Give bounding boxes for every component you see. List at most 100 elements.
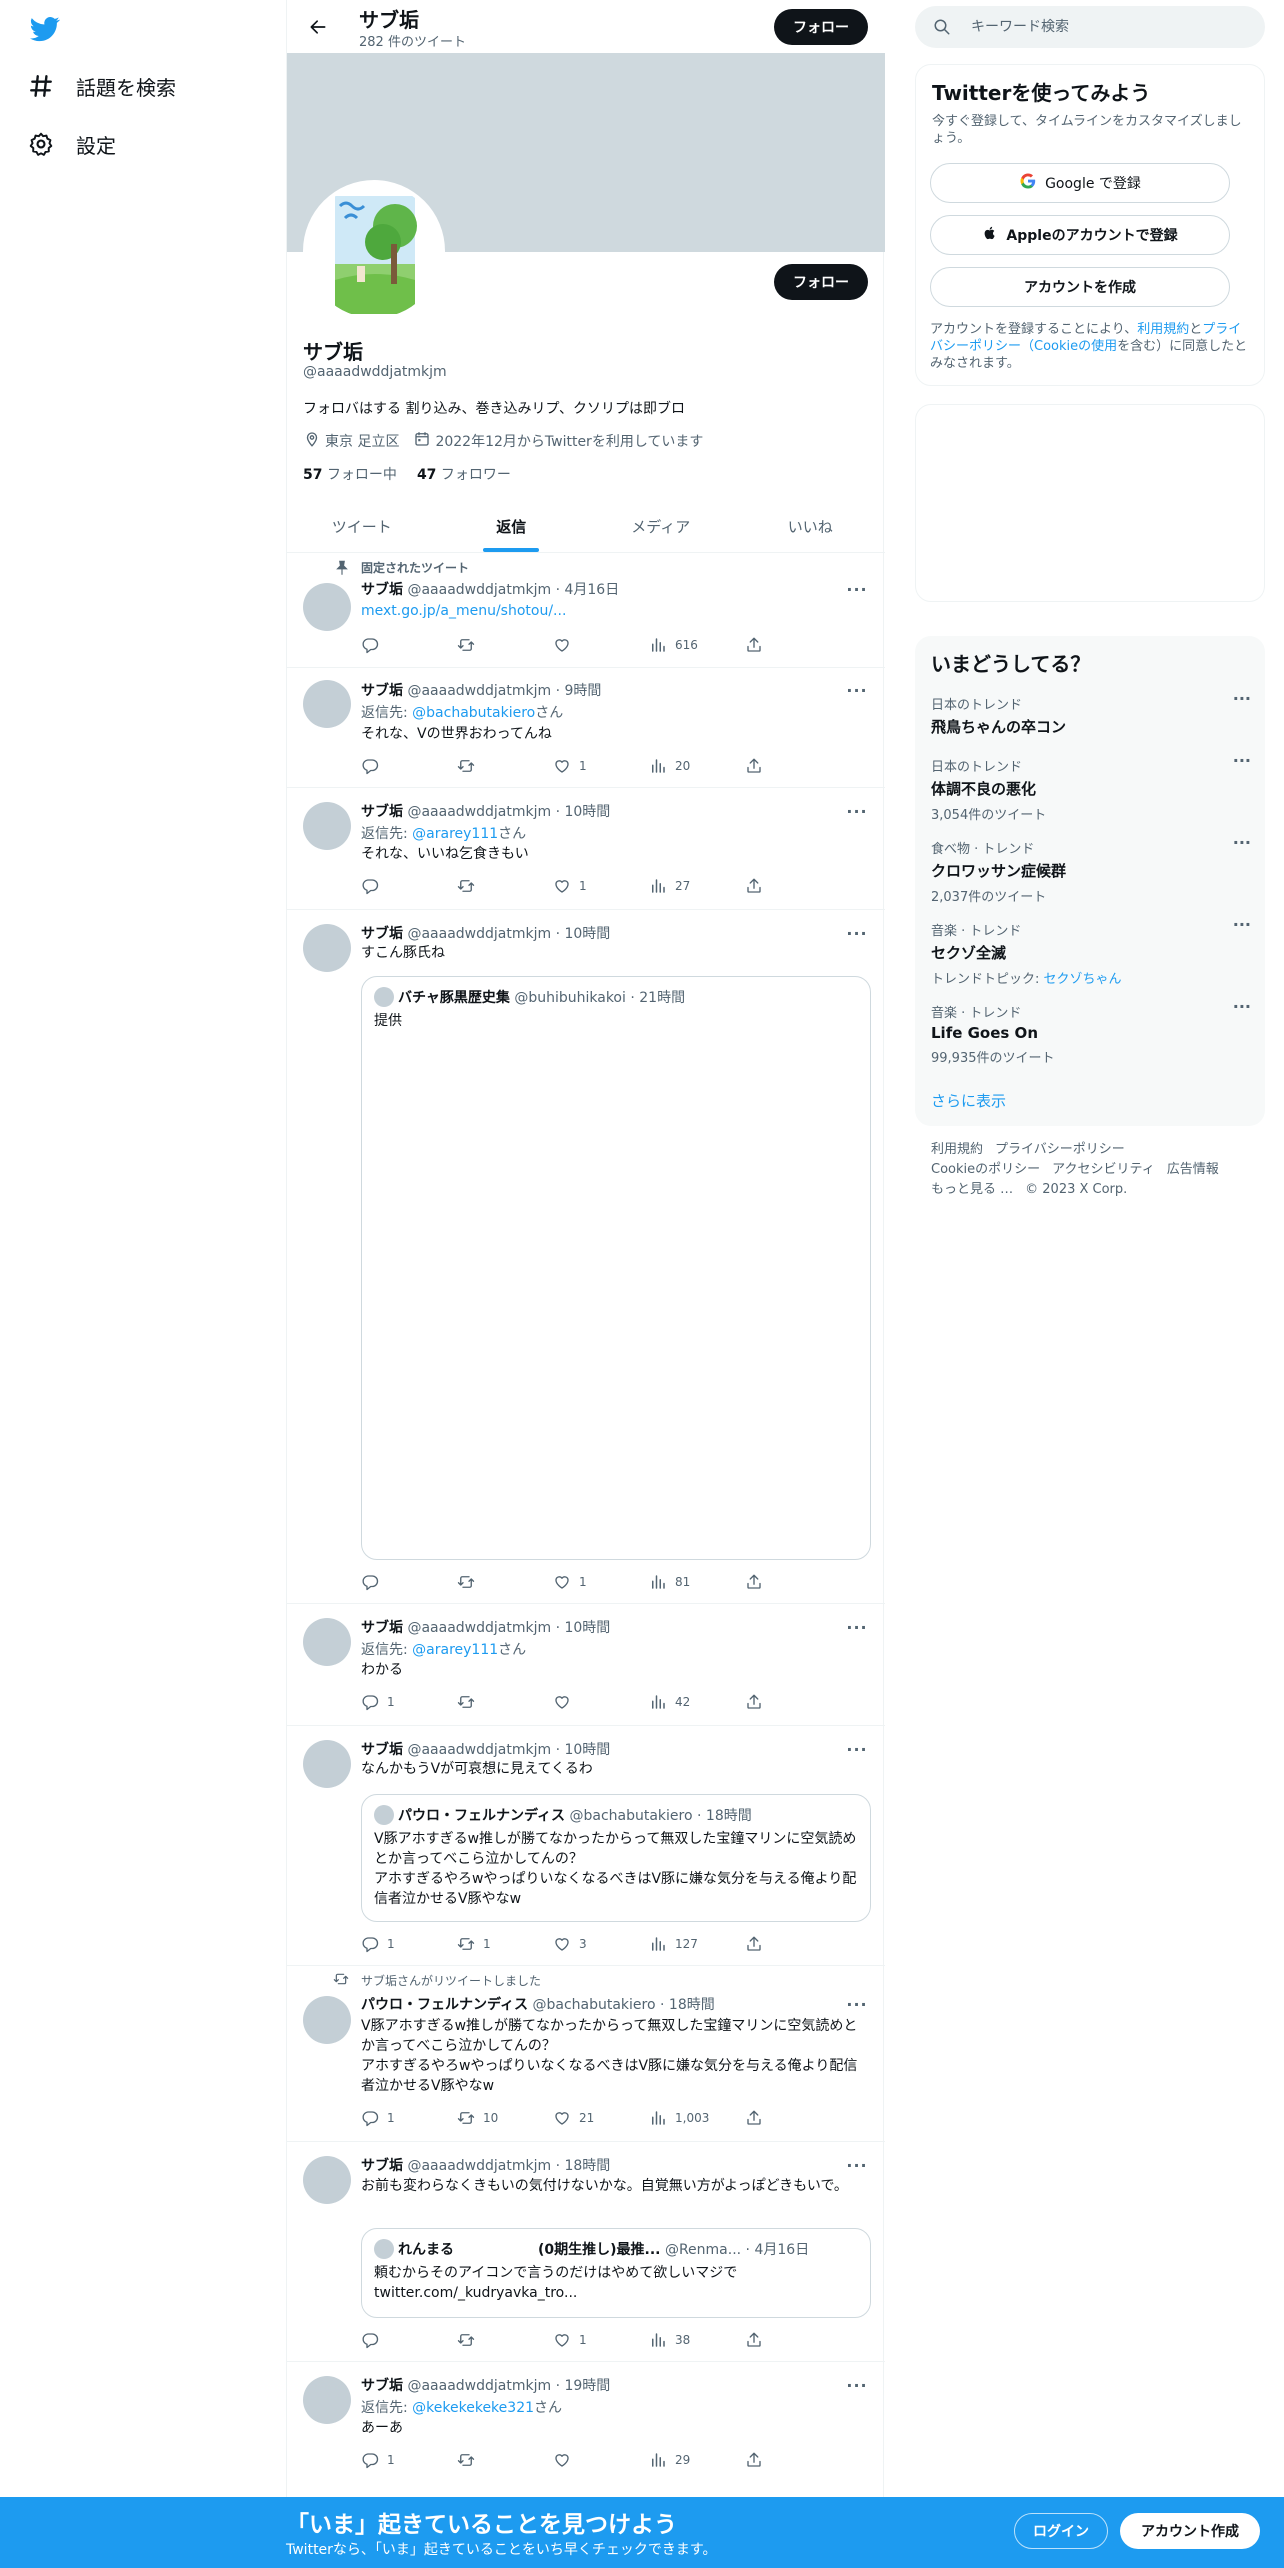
quote-tweet[interactable]: パウロ・フェルナンディス @bachabutakiero · 18時間 V豚アホ… (361, 1794, 871, 1922)
avatar[interactable] (303, 924, 351, 972)
reply-button[interactable] (361, 1572, 387, 1592)
footer-terms[interactable]: 利用規約 (931, 1140, 983, 1160)
share-button[interactable] (745, 1572, 763, 1592)
back-arrow-icon[interactable] (303, 12, 333, 42)
nav-settings[interactable]: 設定 (28, 124, 116, 164)
share-button[interactable] (745, 1934, 763, 1954)
retweet-button[interactable] (457, 1692, 483, 1712)
terms-link[interactable]: 利用規約 (1137, 322, 1189, 337)
more-icon[interactable]: ··· (1233, 835, 1251, 851)
like-button[interactable] (553, 1692, 579, 1712)
like-button[interactable]: 1 (553, 876, 587, 896)
retweet-button[interactable]: 1 (457, 1934, 491, 1954)
more-icon[interactable]: ··· (1233, 753, 1251, 769)
profile-follow-button[interactable]: フォロー (774, 264, 868, 300)
like-button[interactable]: 21 (553, 2108, 594, 2128)
avatar[interactable] (303, 1740, 351, 1788)
apple-signup-button[interactable]: Appleのアカウントで登録 (930, 215, 1230, 255)
avatar[interactable] (303, 1618, 351, 1666)
avatar[interactable] (303, 2376, 351, 2424)
tweet-item[interactable]: サブ垢 @aaaadwddjatmkjm · 10時間 ··· なんかもうVが可… (287, 1726, 885, 1966)
quote-tweet[interactable]: れんまる (0期生推し)最推... @Renma... · 4月16日 頼むから… (361, 2228, 871, 2318)
following-link[interactable]: 57 フォロー中 (303, 464, 397, 484)
more-icon[interactable]: ··· (1233, 999, 1251, 1015)
tab-likes[interactable]: いいね (736, 500, 886, 552)
twitter-logo-icon[interactable] (28, 14, 62, 44)
avatar[interactable] (303, 583, 351, 631)
more-icon[interactable]: ··· (845, 804, 869, 825)
header-follow-button[interactable]: フォロー (774, 9, 868, 45)
tweet-item[interactable]: サブ垢 @aaaadwddjatmkjm · 10時間 ··· 返信先: @ar… (287, 788, 885, 910)
reply-button[interactable]: 1 (361, 2450, 395, 2470)
views-button[interactable]: 1,003 (649, 2108, 709, 2128)
more-icon[interactable]: ··· (1233, 691, 1251, 707)
tweet-item[interactable]: サブ垢 @aaaadwddjatmkjm · 10時間 ··· 返信先: @ar… (287, 1604, 885, 1726)
reply-button[interactable] (361, 756, 387, 776)
like-button[interactable] (553, 2450, 579, 2470)
trend-item[interactable]: 音楽 · トレンド Life Goes On 99,935件のツイート ··· (931, 999, 1251, 1067)
tweet-link[interactable]: mext.go.jp/a_menu/shotou/... (361, 601, 871, 621)
views-button[interactable]: 29 (649, 2450, 690, 2470)
tab-tweets[interactable]: ツイート (287, 500, 437, 552)
footer-more[interactable]: もっと見る … (931, 1180, 1013, 1200)
like-button[interactable]: 3 (553, 1934, 587, 1954)
reply-button[interactable]: 1 (361, 2108, 395, 2128)
trend-item[interactable]: 音楽 · トレンド セクゾ全滅 トレンドトピック: セクゾちゃん ··· (931, 917, 1251, 988)
like-button[interactable]: 1 (553, 756, 587, 776)
search-input[interactable] (971, 6, 1251, 48)
trend-item[interactable]: 食べ物 · トレンド クロワッサン症候群 2,037件のツイート ··· (931, 835, 1251, 906)
views-button[interactable]: 38 (649, 2330, 690, 2350)
nav-explore[interactable]: 話題を検索 (28, 66, 176, 106)
like-button[interactable]: 1 (553, 1572, 587, 1592)
login-button[interactable]: ログイン (1014, 2513, 1108, 2549)
avatar[interactable] (303, 1996, 351, 2044)
share-button[interactable] (745, 2450, 763, 2470)
share-button[interactable] (745, 1692, 763, 1712)
tab-replies[interactable]: 返信 (437, 500, 587, 552)
trend-item[interactable]: 日本のトレンド 体調不良の悪化 3,054件のツイート ··· (931, 753, 1251, 824)
followers-link[interactable]: 47 フォロワー (417, 464, 511, 484)
reply-button[interactable] (361, 876, 387, 896)
create-account-button[interactable]: アカウントを作成 (930, 267, 1230, 307)
share-button[interactable] (745, 2108, 763, 2128)
views-button[interactable]: 27 (649, 876, 690, 896)
avatar[interactable] (303, 680, 351, 728)
views-button[interactable]: 616 (649, 635, 698, 655)
more-icon[interactable]: ··· (1233, 917, 1251, 933)
retweet-button[interactable] (457, 1572, 483, 1592)
reply-button[interactable] (361, 2330, 387, 2350)
footer-ads[interactable]: 広告情報 (1167, 1160, 1219, 1180)
retweet-button[interactable] (457, 635, 483, 655)
footer-privacy[interactable]: プライバシーポリシー (995, 1140, 1125, 1160)
tweet-item[interactable]: 固定されたツイート サブ垢 @aaaadwddjatmkjm · 4月16日 ·… (287, 553, 885, 668)
google-signup-button[interactable]: Google で登録 (930, 163, 1230, 203)
avatar[interactable] (303, 802, 351, 850)
share-button[interactable] (745, 876, 763, 896)
footer-cookie[interactable]: Cookieのポリシー (931, 1160, 1040, 1180)
retweet-button[interactable] (457, 876, 483, 896)
reply-button[interactable] (361, 635, 387, 655)
profile-avatar[interactable] (303, 180, 445, 322)
retweet-button[interactable]: 10 (457, 2108, 498, 2128)
views-button[interactable]: 127 (649, 1934, 698, 1954)
show-more-link[interactable]: さらに表示 (931, 1090, 1006, 1111)
tweet-item[interactable]: サブ垢 @aaaadwddjatmkjm · 18時間 ··· お前も変わらなく… (287, 2142, 885, 2362)
share-button[interactable] (745, 2330, 763, 2350)
share-button[interactable] (745, 756, 763, 776)
tweet-item[interactable]: サブ垢さんがリツイートしました パウロ・フェルナンディス @bachabutak… (287, 1966, 885, 2142)
views-button[interactable]: 20 (649, 756, 690, 776)
views-button[interactable]: 42 (649, 1692, 690, 1712)
tweet-item[interactable]: サブ垢 @aaaadwddjatmkjm · 9時間 ··· 返信先: @bac… (287, 668, 885, 788)
more-icon[interactable]: ··· (845, 2378, 869, 2399)
tweet-item[interactable]: サブ垢 @aaaadwddjatmkjm · 19時間 ··· 返信先: @ke… (287, 2362, 885, 2498)
avatar[interactable] (303, 2156, 351, 2204)
like-button[interactable]: 1 (553, 2330, 587, 2350)
share-button[interactable] (745, 635, 763, 655)
footer-accessibility[interactable]: アクセシビリティ (1052, 1160, 1155, 1180)
retweet-button[interactable] (457, 2330, 483, 2350)
more-icon[interactable]: ··· (845, 683, 869, 704)
reply-button[interactable]: 1 (361, 1934, 395, 1954)
signup-button[interactable]: アカウント作成 (1120, 2513, 1260, 2549)
trend-item[interactable]: 日本のトレンド 飛鳥ちゃんの卒コン ··· (931, 691, 1251, 737)
retweet-button[interactable] (457, 756, 483, 776)
